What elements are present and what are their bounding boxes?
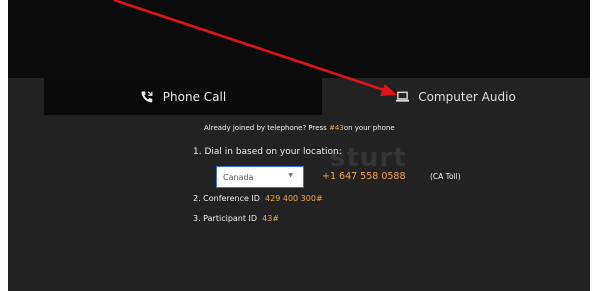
participant-id-label: 3. Participant ID	[193, 214, 258, 223]
tab-phone-call[interactable]: Phone Call	[44, 78, 322, 115]
step-participant-id: 3. Participant ID 43#	[193, 214, 279, 223]
already-joined-prefix: Already joined by telephone? Press	[204, 124, 330, 132]
participant-id-value: 43#	[262, 214, 280, 223]
conference-id-label: 2. Conference ID	[193, 194, 260, 203]
phone-icon	[141, 90, 153, 102]
tab-computer-audio[interactable]: Computer Audio	[322, 78, 590, 115]
already-joined-note: Already joined by telephone? Press #43on…	[204, 124, 395, 132]
tab-phone-call-label: Phone Call	[162, 89, 227, 104]
tab-computer-audio-label: Computer Audio	[418, 89, 516, 104]
laptop-icon	[396, 91, 410, 102]
already-joined-suffix: on your phone	[343, 124, 395, 132]
step-dial-in-label: 1. Dial in based on your location:	[193, 147, 342, 157]
toll-label: (CA Toll)	[430, 172, 461, 181]
step-conference-id: 2. Conference ID 429 400 300#	[193, 194, 323, 203]
conference-id-value: 429 400 300#	[265, 194, 323, 203]
chevron-down-icon: ▼	[288, 172, 293, 179]
country-select-value: Canada	[223, 172, 254, 182]
country-select[interactable]: Canada ▼	[216, 166, 304, 188]
top-bar	[8, 0, 590, 78]
already-joined-code: #43	[329, 124, 344, 132]
dial-in-number: +1 647 558 0588	[322, 171, 406, 182]
